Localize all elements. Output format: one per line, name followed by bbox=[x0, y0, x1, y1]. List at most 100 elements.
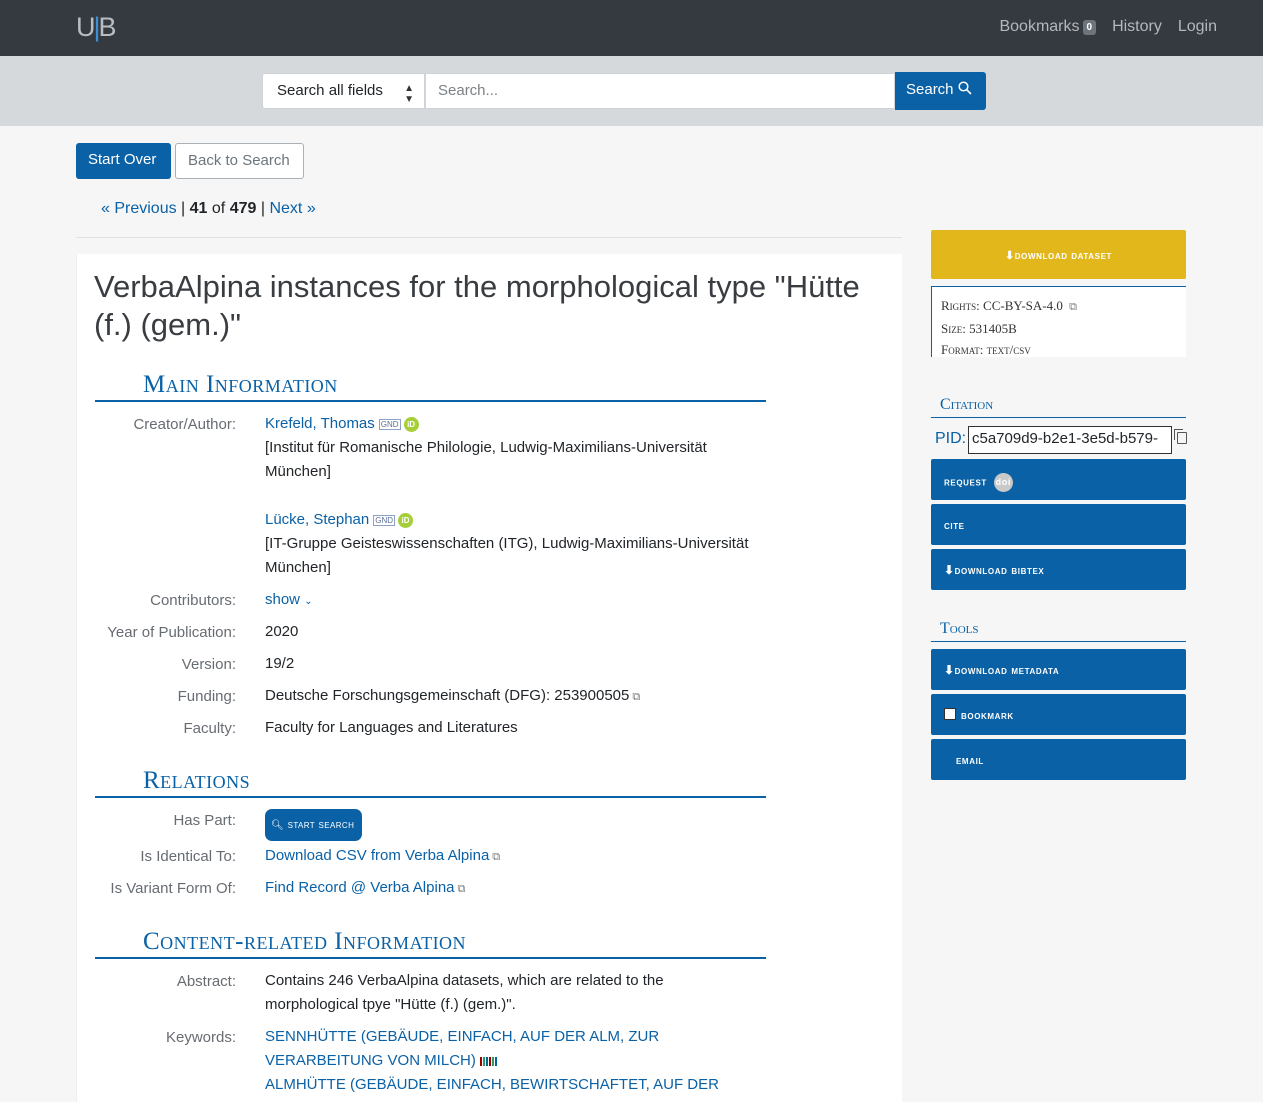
back-to-search-button[interactable]: Back to Search bbox=[175, 143, 304, 179]
identical-value: Download CSV from Verba Alpina ⧉ bbox=[265, 844, 765, 869]
contributors-show-link[interactable]: show bbox=[265, 591, 300, 608]
download-bibtex-label: download bibtex bbox=[954, 563, 1045, 577]
rights-text: Rights: CC-BY-SA-4.0 bbox=[941, 298, 1063, 313]
doi-icon: doi bbox=[993, 473, 1013, 492]
wikidata-icon[interactable] bbox=[480, 1056, 498, 1066]
navbar: U|B Bookmarks 0 History Login bbox=[0, 0, 1263, 56]
start-search-button[interactable]: 🔍︎ start search bbox=[265, 809, 363, 841]
record-pager: « Previous | 41 of 479 | Next » bbox=[101, 200, 316, 218]
find-record-link[interactable]: Find Record @ Verba Alpina bbox=[265, 879, 455, 896]
keywords-value: SENNHÜTTE (GEBÄUDE, EINFACH, AUF DER ALM… bbox=[265, 1025, 755, 1102]
creator-1-link[interactable]: Krefeld, Thomas bbox=[265, 415, 375, 432]
external-link-icon[interactable]: ⧉ bbox=[458, 883, 466, 895]
pager-total: 479 bbox=[229, 200, 257, 217]
size-line: Size: 531405B bbox=[941, 321, 1017, 336]
record-title: VerbaAlpina instances for the morphologi… bbox=[94, 269, 860, 342]
download-icon: ⬇ bbox=[944, 663, 955, 677]
nav-login[interactable]: Login bbox=[1178, 18, 1217, 36]
cite-button[interactable]: cite bbox=[931, 504, 1186, 545]
external-link-icon[interactable]: ⧉ bbox=[1069, 301, 1077, 313]
external-link-icon[interactable]: ⧉ bbox=[632, 691, 640, 703]
creator-2-link[interactable]: Lücke, Stephan bbox=[265, 511, 369, 528]
version-value: 19/2 bbox=[265, 655, 295, 672]
ub-logo[interactable]: U|B bbox=[76, 12, 117, 43]
search-bar: Search all fields ▲ ▼ Search... Search bbox=[0, 56, 1263, 126]
nav-links: Bookmarks 0 History Login bbox=[999, 18, 1217, 36]
search-input[interactable]: Search... bbox=[425, 73, 895, 109]
variant-label: Is Variant Form Of: bbox=[110, 880, 236, 897]
contributors-label: Contributors: bbox=[150, 592, 236, 609]
abstract-label: Abstract: bbox=[176, 973, 236, 990]
citation-heading: Citation bbox=[931, 396, 1186, 418]
search-type-select[interactable]: Search all fields ▲ ▼ bbox=[262, 73, 425, 109]
download-icon: ⬇ bbox=[1004, 250, 1015, 262]
search-icon: 🔍︎ bbox=[271, 820, 285, 831]
divider bbox=[76, 237, 902, 238]
has-part-value: 🔍︎ start search bbox=[265, 809, 765, 841]
relations-heading: Relations bbox=[95, 768, 766, 798]
previous-link[interactable]: « Previous bbox=[101, 200, 177, 217]
download-bibtex-button[interactable]: ⬇download bibtex bbox=[931, 549, 1186, 590]
funding-label: Funding: bbox=[177, 688, 236, 705]
search-icon bbox=[958, 81, 972, 95]
nav-history[interactable]: History bbox=[1112, 18, 1162, 36]
external-link-icon[interactable]: ⧉ bbox=[492, 851, 500, 863]
funding-text: Deutsche Forschungsgemeinschaft (DFG): 2… bbox=[265, 687, 630, 704]
next-link[interactable]: Next » bbox=[269, 200, 315, 217]
creator-2: Lücke, Stephan GND iD [IT-Gruppe Geisteswi… bbox=[265, 508, 765, 580]
creator-1-affiliation: [Institut für Romanische Philologie, Lud… bbox=[265, 439, 707, 480]
start-search-label: start search bbox=[287, 819, 355, 831]
version-label: Version: bbox=[181, 656, 236, 673]
format-line: Format: text/csv bbox=[941, 342, 1031, 357]
download-dataset-label: download dataset bbox=[1014, 250, 1113, 262]
request-doi-button[interactable]: request doi bbox=[931, 459, 1186, 500]
keywords-label: Keywords: bbox=[165, 1029, 236, 1046]
search-type-label: Search all fields bbox=[277, 82, 383, 99]
download-dataset-button[interactable]: ⬇download dataset bbox=[931, 230, 1186, 279]
faculty-label: Faculty: bbox=[183, 720, 236, 737]
keyword-link[interactable]: ALMHÜTTE (GEBÄUDE, EINFACH, BEWIRTSCHAFT… bbox=[265, 1076, 719, 1102]
dataset-metadata-box: Rights: CC-BY-SA-4.0 ⧉ Size: 531405B For… bbox=[931, 286, 1186, 357]
orcid-icon[interactable]: iD bbox=[398, 512, 414, 528]
tools-heading: Tools bbox=[931, 620, 1186, 642]
search-button[interactable]: Search bbox=[895, 72, 986, 110]
pid-label: PID: bbox=[935, 430, 967, 447]
download-metadata-button[interactable]: ⬇download metadata bbox=[931, 649, 1186, 690]
nav-bookmarks[interactable]: Bookmarks 0 bbox=[999, 18, 1097, 36]
bookmark-label: bookmark bbox=[961, 708, 1014, 722]
keyword-link[interactable]: SENNHÜTTE (GEBÄUDE, EINFACH, AUF DER ALM… bbox=[265, 1028, 659, 1069]
record-panel: VerbaAlpina instances for the morphologi… bbox=[76, 254, 902, 1102]
main-information-heading: Main Information bbox=[95, 372, 766, 402]
orcid-icon[interactable]: iD bbox=[403, 416, 419, 432]
pager-of: of bbox=[211, 200, 226, 217]
faculty-value: Faculty for Languages and Literatures bbox=[265, 719, 518, 736]
start-over-button[interactable]: Start Over bbox=[76, 143, 171, 179]
bookmark-button[interactable]: bookmark bbox=[931, 694, 1186, 735]
pid-row: PID: c5a709d9-b2e1-3e5d-b579- bbox=[931, 426, 1187, 454]
pid-field[interactable]: c5a709d9-b2e1-3e5d-b579- bbox=[968, 426, 1172, 454]
download-csv-link[interactable]: Download CSV from Verba Alpina bbox=[265, 847, 489, 864]
copy-icon[interactable] bbox=[1174, 429, 1187, 444]
year-value: 2020 bbox=[265, 623, 299, 640]
creator-2-affiliation: [IT-Gruppe Geisteswissenschaften (ITG), … bbox=[265, 535, 749, 576]
contributors-value: show ⌄ bbox=[265, 588, 765, 614]
download-metadata-label: download metadata bbox=[954, 663, 1060, 677]
variant-value: Find Record @ Verba Alpina ⧉ bbox=[265, 876, 765, 901]
chevron-down-icon: ⌄ bbox=[304, 596, 313, 607]
content-information-heading: Content-related Information bbox=[95, 929, 766, 959]
has-part-label: Has Part: bbox=[173, 812, 236, 829]
identical-label: Is Identical To: bbox=[140, 848, 236, 865]
bookmark-checkbox[interactable] bbox=[944, 708, 956, 720]
email-button[interactable]: email bbox=[931, 739, 1186, 780]
search-button-label: Search bbox=[906, 81, 954, 98]
gnd-icon[interactable]: GND bbox=[373, 514, 396, 526]
gnd-icon[interactable]: GND bbox=[378, 418, 401, 430]
request-label: request bbox=[944, 474, 987, 489]
abstract-value: Contains 246 VerbaAlpina datasets, which… bbox=[265, 972, 664, 1013]
creator-1: Krefeld, Thomas GND iD [Institut für Roman… bbox=[265, 412, 765, 484]
creator-label: Creator/Author: bbox=[133, 416, 236, 433]
rights-line: Rights: CC-BY-SA-4.0 ⧉ bbox=[941, 295, 1177, 318]
download-icon: ⬇ bbox=[944, 563, 955, 577]
funding-value: Deutsche Forschungsgemeinschaft (DFG): 2… bbox=[265, 684, 765, 709]
select-arrows-icon: ▲ ▼ bbox=[404, 83, 414, 105]
